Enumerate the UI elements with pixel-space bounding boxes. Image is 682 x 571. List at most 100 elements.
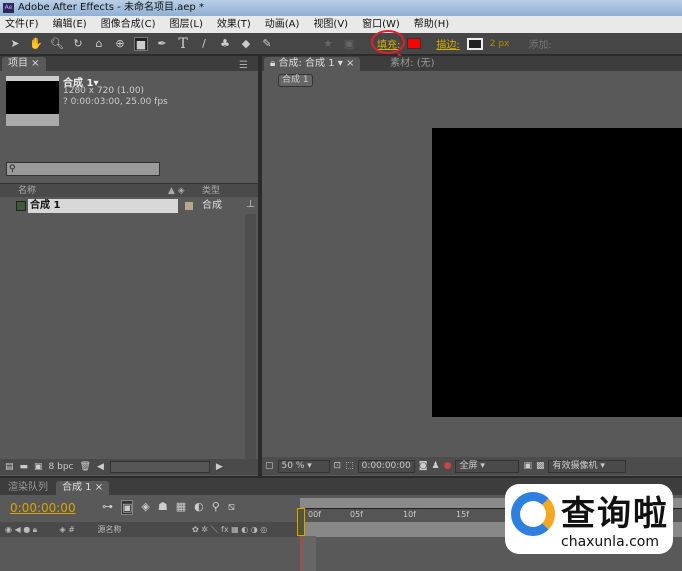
menu-file[interactable]: 文件(F) <box>5 16 39 33</box>
tab-composition-label: 合成: 合成 1 <box>278 58 335 69</box>
menu-animation[interactable]: 动画(A) <box>265 16 300 33</box>
comp-duration: ? 0:00:03:00, 25.00 fps <box>63 97 168 107</box>
watermark-logo-icon <box>511 492 555 536</box>
tab-project[interactable]: 项目 × <box>2 57 46 71</box>
stroke-color-swatch[interactable] <box>466 37 483 50</box>
graph-editor-icon[interactable]: ⧅ <box>228 500 235 515</box>
rectangle-icon[interactable]: ■ <box>134 36 148 51</box>
item-type: 合成 <box>202 200 222 211</box>
brush-icon[interactable]: / <box>197 37 211 51</box>
app-logo: Ae <box>3 3 14 13</box>
new-comp-icon[interactable]: ▣ <box>34 462 43 472</box>
resolution-dropdown[interactable]: 全屏 ▾ <box>455 459 520 473</box>
project-footer: ▤ ▬ ▣ 8 bpc 🗑︎ ◀ ▶ <box>0 459 258 475</box>
draft-3d-icon[interactable]: ◈ <box>141 500 149 515</box>
camera-value: 有效摄像机 <box>552 460 598 471</box>
flowchart-icon[interactable]: ⊥ <box>246 199 255 210</box>
composition-canvas[interactable] <box>432 128 682 417</box>
scroll-right-icon[interactable]: ▶ <box>216 462 223 472</box>
interpret-footage-icon[interactable]: ▤ <box>5 462 14 472</box>
menu-layer[interactable]: 图层(L) <box>169 16 202 33</box>
search-icon: ⚲ <box>9 164 16 174</box>
tab-footage[interactable]: 素材: (无) <box>362 57 463 71</box>
watermark-url: chaxunla.com <box>561 534 659 550</box>
mask-visibility-icon[interactable]: ⬚ <box>345 461 354 471</box>
comp-mini-flowchart-icon[interactable]: ⊶ <box>102 500 113 515</box>
motion-blur-icon[interactable]: ◐ <box>194 500 204 515</box>
item-name: 合成 1 <box>28 199 178 213</box>
snapshot-icon[interactable]: ◙ <box>419 461 428 471</box>
tick-label: 15f <box>456 510 469 519</box>
channel-icon[interactable]: ● <box>444 461 452 471</box>
selection-icon[interactable]: ➤ <box>8 37 22 51</box>
bpc-label[interactable]: 8 bpc <box>49 462 74 472</box>
menu-effect[interactable]: 效果(T) <box>217 16 251 33</box>
project-vertical-scrollbar[interactable] <box>245 214 256 459</box>
scroll-left-icon[interactable]: ◀ <box>97 462 104 472</box>
hide-shy-icon[interactable]: ☗ <box>158 500 168 515</box>
menu-view[interactable]: 视图(V) <box>313 16 348 33</box>
watermark: 查询啦 chaxunla.com <box>505 484 673 554</box>
clone-stamp-icon[interactable]: ♣ <box>218 37 232 51</box>
brainstorm-icon[interactable]: ⚲ <box>212 500 220 515</box>
safe-zones-icon[interactable]: ⊡ <box>334 461 342 471</box>
watermark-text: 查询啦 <box>561 494 669 534</box>
live-update-icon[interactable]: ▣ <box>121 500 134 515</box>
transparency-grid-icon[interactable]: ▩ <box>536 461 545 471</box>
project-search-input[interactable]: ⚲ <box>6 162 160 176</box>
layer-area <box>301 536 316 571</box>
region-of-interest-icon[interactable]: ▣ <box>523 461 532 471</box>
eraser-icon[interactable]: ◆ <box>239 37 253 51</box>
col-name[interactable]: 名称 <box>18 186 36 196</box>
window-title: Adobe After Effects - 未命名项目.aep * <box>18 2 204 13</box>
layer-switches-icon[interactable]: ✿ ✲ ＼ fx ▦ ◐ ◑ ◎ <box>192 522 267 537</box>
viewer-footer: ▢ 50 % ▾ ⊡ ⬚ 0:00:00:00 ◙ ♟ ● 全屏 ▾ ▣ ▩ 有… <box>262 457 682 475</box>
camera-icon[interactable]: ⌂ <box>92 37 106 51</box>
puppet-pin-icon[interactable]: ✎ <box>260 37 274 51</box>
label-icon[interactable]: ◈ # <box>60 525 75 534</box>
current-time-indicator[interactable] <box>297 508 305 536</box>
camera-dropdown[interactable]: 有效摄像机 ▾ <box>548 459 627 473</box>
project-horizontal-scrollbar[interactable] <box>109 461 210 473</box>
label-color[interactable] <box>185 202 193 210</box>
comp-breadcrumb[interactable]: 合成 1 <box>278 74 313 87</box>
hand-icon[interactable]: ✋ <box>29 37 43 51</box>
timeline-timecode[interactable]: 0:00:00:00 <box>10 501 76 515</box>
menu-composition[interactable]: 图像合成(C) <box>101 16 156 33</box>
tab-composition[interactable]: 🔒︎ 合成: 合成 1 ▾ × <box>264 57 361 71</box>
col-type[interactable]: 类型 <box>202 184 220 198</box>
panel-menu-icon[interactable]: ☰ <box>239 60 248 71</box>
zoom-dropdown[interactable]: 50 % ▾ <box>277 459 330 473</box>
zoom-icon[interactable]: 🔍︎ <box>50 37 64 51</box>
label-tag-icon[interactable]: ▲ ◈ <box>168 184 185 198</box>
menu-edit[interactable]: 编辑(E) <box>53 16 87 33</box>
text-icon[interactable]: T <box>176 37 190 51</box>
timeline-switches: ⊶ ▣ ◈ ☗ ▦ ◐ ⚲ ⧅ <box>102 500 235 515</box>
rotate-icon[interactable]: ↻ <box>71 37 85 51</box>
show-snapshot-icon[interactable]: ♟ <box>432 461 440 471</box>
viewer-timecode[interactable]: 0:00:00:00 <box>357 459 415 473</box>
layer-column-header: ◉ ◀ ● 🔒︎ ◈ # 源名称 ✿ ✲ ＼ fx ▦ ◐ ◑ ◎ <box>0 522 298 537</box>
project-item[interactable]: 合成 1 合成 <box>0 199 244 213</box>
pen-icon[interactable]: ✒ <box>155 37 169 51</box>
layer-name-col[interactable]: 源名称 <box>98 525 122 534</box>
always-preview-icon[interactable]: ▢ <box>265 461 274 471</box>
composition-viewer: 🔒︎ 合成: 合成 1 ▾ × 素材: (无) 合成 1 ▢ 50 % ▾ ⊡ … <box>262 56 682 476</box>
tab-render-queue[interactable]: 渲染队列 <box>2 481 54 495</box>
add-label: 添加: <box>528 40 552 51</box>
menu-help[interactable]: 帮助(H) <box>414 16 449 33</box>
fill-color-swatch[interactable] <box>407 38 422 49</box>
stroke-width[interactable]: 2 px <box>490 39 510 49</box>
trash-icon[interactable]: 🗑︎ <box>80 462 91 472</box>
new-folder-icon[interactable]: ▬ <box>20 462 29 472</box>
av-switches-icon[interactable]: ◉ ◀ ● 🔒︎ <box>5 525 37 534</box>
stroke-label[interactable]: 描边: <box>436 36 459 51</box>
frame-blending-icon[interactable]: ▦ <box>176 500 186 515</box>
tools-toolbar: ➤ ✋ 🔍︎ ↻ ⌂ ⊕ ■ ✒ T / ♣ ◆ ✎ ★ ▣ 填充: 描边: 2… <box>0 30 682 55</box>
pan-behind-icon[interactable]: ⊕ <box>113 37 127 51</box>
project-column-header: 名称 ▲ ◈ 类型 <box>0 183 258 197</box>
fill-control[interactable]: 填充: <box>371 30 405 54</box>
tab-timeline-comp[interactable]: 合成 1 × <box>56 481 110 495</box>
zoom-value: 50 % <box>281 460 305 471</box>
menu-bar: 文件(F) 编辑(E) 图像合成(C) 图层(L) 效果(T) 动画(A) 视图… <box>0 16 682 33</box>
